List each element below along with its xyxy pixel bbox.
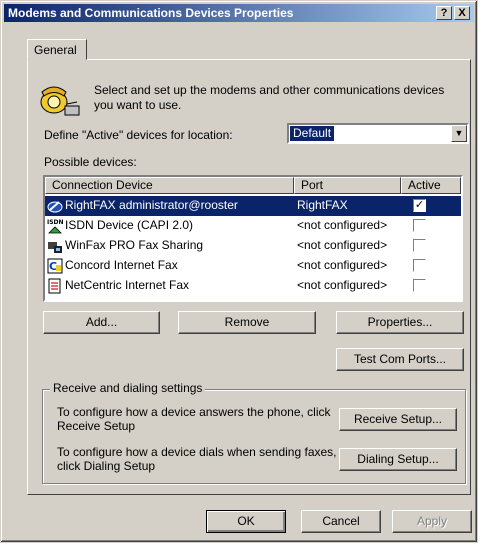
device-port: <not configured>: [297, 278, 388, 292]
column-header-port[interactable]: Port: [294, 177, 401, 194]
location-select[interactable]: Default ▼: [287, 123, 469, 144]
group-legend: Receive and dialing settings: [50, 381, 206, 395]
winfax-icon: [47, 238, 63, 254]
active-checkbox[interactable]: ✓: [413, 199, 426, 212]
location-value: Default: [290, 126, 335, 141]
telephone-icon: [37, 78, 83, 118]
intro-text: Select and set up the modems and other c…: [94, 83, 445, 112]
column-header-active[interactable]: Active: [401, 177, 461, 194]
isdn-icon: ISDN: [47, 218, 64, 234]
svg-text:ISDN: ISDN: [47, 219, 63, 226]
properties-button[interactable]: Properties...: [336, 311, 464, 334]
device-row[interactable]: NetCentric Internet Fax <not configured>: [45, 276, 461, 296]
close-button[interactable]: X: [454, 6, 470, 20]
device-port: <not configured>: [297, 238, 388, 252]
chevron-down-icon[interactable]: ▼: [451, 125, 467, 142]
window-title: Modems and Communications Devices Proper…: [8, 6, 294, 20]
active-checkbox[interactable]: [413, 259, 426, 272]
svg-text:C: C: [49, 260, 57, 273]
receive-setup-text: To configure how a device answers the ph…: [57, 405, 331, 433]
dialing-setup-button[interactable]: Dialing Setup...: [339, 448, 457, 471]
active-checkbox[interactable]: [413, 219, 426, 232]
device-name: WinFax PRO Fax Sharing: [65, 238, 204, 252]
netcentric-icon: [47, 278, 63, 294]
active-checkbox[interactable]: [413, 239, 426, 252]
apply-button[interactable]: Apply: [392, 510, 472, 533]
column-header-device[interactable]: Connection Device: [45, 177, 294, 194]
device-name: Concord Internet Fax: [65, 258, 178, 272]
help-button[interactable]: ?: [436, 6, 452, 20]
possible-devices-label: Possible devices:: [44, 155, 137, 169]
tab-general[interactable]: General: [27, 39, 87, 60]
ok-button[interactable]: OK: [206, 510, 286, 533]
device-row[interactable]: WinFax PRO Fax Sharing <not configured>: [45, 236, 461, 256]
device-name: RightFAX administrator@rooster: [65, 198, 238, 212]
location-label: Define "Active" devices for location:: [44, 128, 233, 142]
device-port: <not configured>: [297, 258, 388, 272]
devices-list[interactable]: Connection Device Port Active RightFAX a…: [43, 175, 463, 302]
dialing-setup-text: To configure how a device dials when sen…: [57, 445, 337, 473]
device-row[interactable]: C Concord Internet Fax <not configured>: [45, 256, 461, 276]
device-name: NetCentric Internet Fax: [65, 278, 190, 292]
tab-general-label: General: [34, 43, 77, 57]
title-bar[interactable]: Modems and Communications Devices Proper…: [4, 4, 474, 22]
cancel-button[interactable]: Cancel: [301, 510, 381, 533]
add-button[interactable]: Add...: [43, 311, 160, 334]
test-com-ports-button[interactable]: Test Com Ports...: [336, 348, 464, 371]
remove-button[interactable]: Remove: [178, 311, 316, 334]
device-row[interactable]: ISDN ISDN Device (CAPI 2.0) <not configu…: [45, 216, 461, 236]
rightfax-icon: [47, 198, 63, 214]
device-port: RightFAX: [297, 198, 348, 212]
device-port: <not configured>: [297, 218, 388, 232]
concord-icon: C: [47, 258, 63, 274]
device-name: ISDN Device (CAPI 2.0): [65, 218, 194, 232]
receive-setup-button[interactable]: Receive Setup...: [339, 408, 457, 431]
device-row[interactable]: RightFAX administrator@rooster RightFAX …: [45, 196, 461, 216]
active-checkbox[interactable]: [413, 279, 426, 292]
